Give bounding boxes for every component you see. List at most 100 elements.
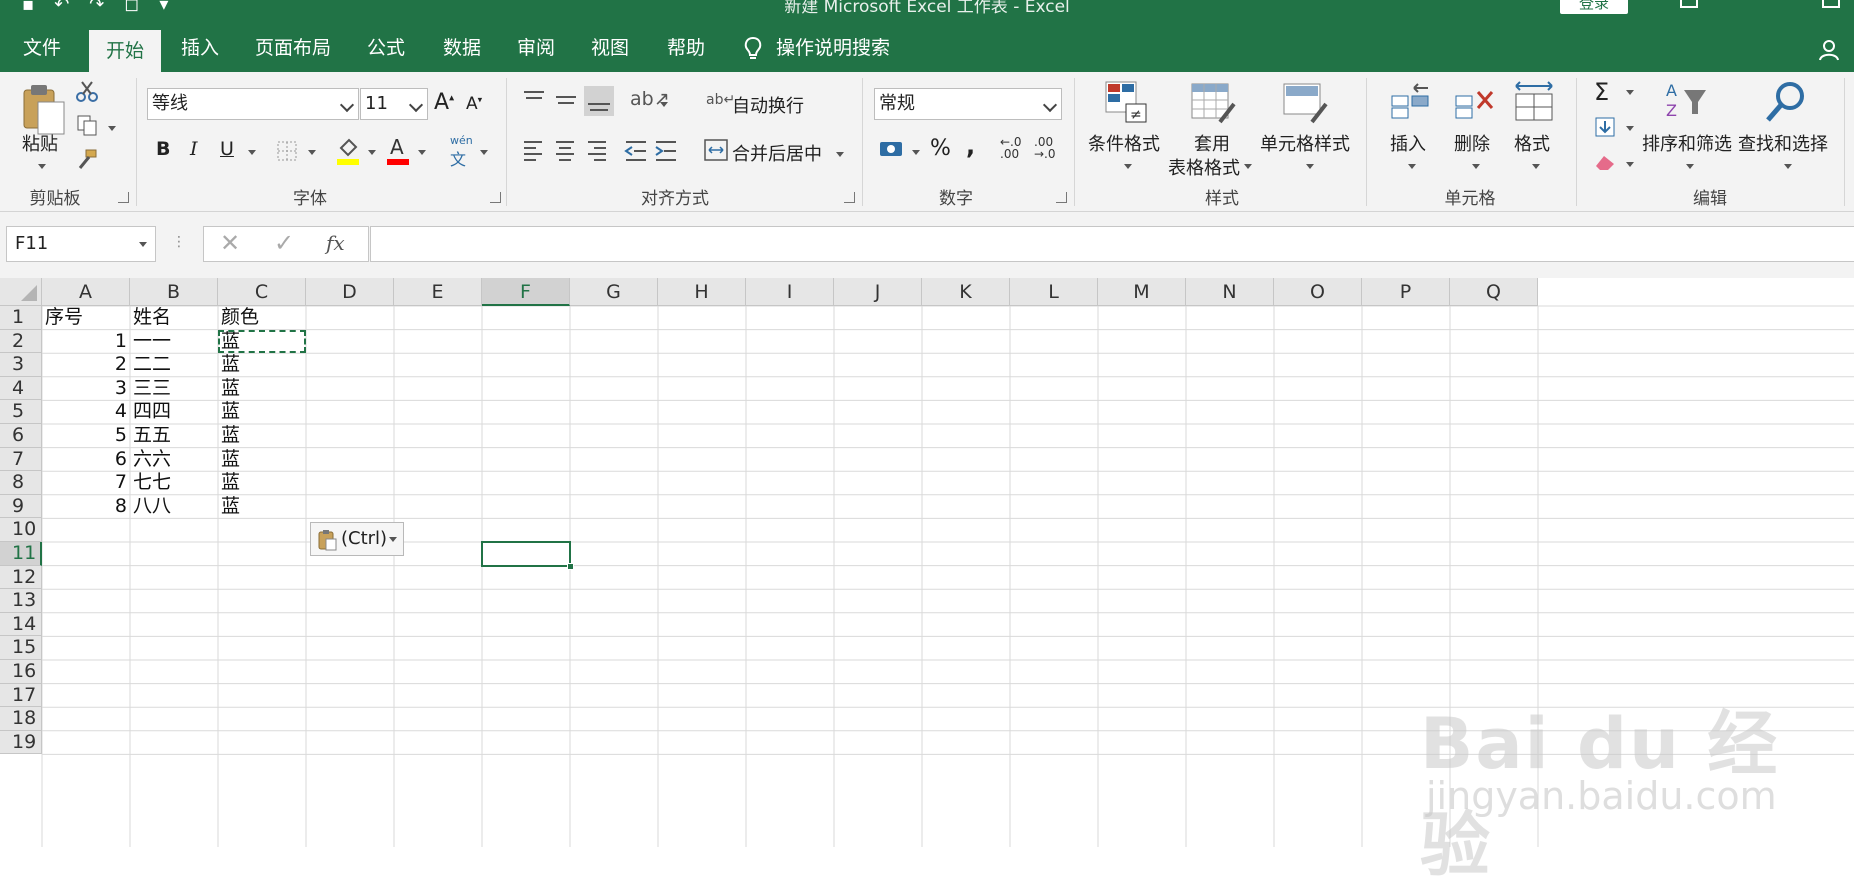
column-header-Q[interactable]: Q xyxy=(1450,278,1538,306)
align-right-icon[interactable] xyxy=(588,141,606,161)
cell-C6[interactable]: 蓝 xyxy=(218,424,306,448)
resize-grip-icon[interactable]: ⋮ xyxy=(172,234,186,250)
cell-C9[interactable]: 蓝 xyxy=(218,495,306,519)
tab-data[interactable]: 数据 xyxy=(432,24,492,72)
cell-B3[interactable]: 二二 xyxy=(130,353,218,377)
autosum-dropdown-icon[interactable] xyxy=(1626,90,1634,95)
row-header-4[interactable]: 4 xyxy=(0,376,42,401)
orientation-dropdown-icon[interactable] xyxy=(660,102,668,107)
column-header-M[interactable]: M xyxy=(1098,278,1186,306)
format-painter-icon[interactable] xyxy=(76,148,98,170)
row-header-12[interactable]: 12 xyxy=(0,565,42,590)
cell-styles-dropdown-icon[interactable] xyxy=(1306,164,1314,169)
column-header-D[interactable]: D xyxy=(306,278,394,306)
clear-icon[interactable] xyxy=(1594,152,1616,172)
cell-C7[interactable]: 蓝 xyxy=(218,448,306,472)
user-icon[interactable] xyxy=(1818,38,1842,62)
delete-cells-icon[interactable] xyxy=(1452,82,1496,126)
column-header-O[interactable]: O xyxy=(1274,278,1362,306)
row-header-7[interactable]: 7 xyxy=(0,447,42,472)
increase-decimal-icon[interactable]: ←.0.00 xyxy=(1000,136,1022,160)
paste-options-button[interactable]: (Ctrl) xyxy=(310,522,404,557)
cell-B4[interactable]: 三三 xyxy=(130,377,218,401)
cell-B2[interactable]: 一一 xyxy=(130,330,218,354)
align-center-icon[interactable] xyxy=(556,141,574,161)
cell-A5[interactable]: 4 xyxy=(42,400,130,424)
column-header-J[interactable]: J xyxy=(834,278,922,306)
cell-C8[interactable]: 蓝 xyxy=(218,471,306,495)
align-middle-icon[interactable] xyxy=(556,96,576,104)
tab-file[interactable]: 文件 xyxy=(12,24,72,72)
delete-dropdown-icon[interactable] xyxy=(1472,164,1480,169)
sort-filter-icon[interactable]: A Z xyxy=(1662,78,1710,126)
sort-filter-dropdown-icon[interactable] xyxy=(1686,164,1694,169)
find-select-dropdown-icon[interactable] xyxy=(1784,164,1792,169)
column-header-L[interactable]: L xyxy=(1010,278,1098,306)
row-header-9[interactable]: 9 xyxy=(0,494,42,519)
font-name-combo[interactable]: 等线 xyxy=(147,88,359,120)
alignment-launcher-icon[interactable] xyxy=(844,192,855,203)
row-header-14[interactable]: 14 xyxy=(0,612,42,637)
percent-style-button[interactable]: % xyxy=(930,136,951,161)
fill-color-dropdown-icon[interactable] xyxy=(368,150,376,155)
conditional-formatting-icon[interactable]: ≠ xyxy=(1104,80,1148,124)
tab-help[interactable]: 帮助 xyxy=(656,24,716,72)
borders-icon[interactable] xyxy=(276,140,298,162)
select-all-button[interactable] xyxy=(0,278,42,306)
fill-dropdown-icon[interactable] xyxy=(1626,126,1634,131)
tab-formulas[interactable]: 公式 xyxy=(356,24,416,72)
name-box[interactable]: F11 xyxy=(6,226,156,262)
row-header-3[interactable]: 3 xyxy=(0,353,42,377)
insert-cells-button[interactable]: 插入 xyxy=(1390,130,1426,156)
row-header-8[interactable]: 8 xyxy=(0,471,42,495)
autosum-icon[interactable]: Σ xyxy=(1594,78,1609,106)
cut-icon[interactable] xyxy=(76,80,98,102)
column-header-H[interactable]: H xyxy=(658,278,746,306)
insert-function-button[interactable]: fx xyxy=(326,231,345,255)
merge-center-icon[interactable] xyxy=(704,138,728,162)
row-header-2[interactable]: 2 xyxy=(0,329,42,354)
row-header-18[interactable]: 18 xyxy=(0,707,42,731)
row-header-5[interactable]: 5 xyxy=(0,400,42,424)
increase-font-icon[interactable]: A▴ xyxy=(434,90,454,115)
column-header-I[interactable]: I xyxy=(746,278,834,306)
row-header-1[interactable]: 1 xyxy=(0,306,42,330)
font-color-icon[interactable]: A xyxy=(386,134,410,166)
row-header-16[interactable]: 16 xyxy=(0,660,42,684)
phonetic-dropdown-icon[interactable] xyxy=(480,150,488,155)
row-header-17[interactable]: 17 xyxy=(0,683,42,708)
paste-dropdown-icon[interactable] xyxy=(38,164,46,169)
comma-style-button[interactable]: , xyxy=(966,132,975,160)
clipboard-launcher-icon[interactable] xyxy=(118,192,129,203)
underline-dropdown-icon[interactable] xyxy=(248,150,256,155)
paste-label[interactable]: 粘贴 xyxy=(22,130,58,156)
column-header-N[interactable]: N xyxy=(1186,278,1274,306)
login-button[interactable]: 登录 xyxy=(1560,0,1628,14)
tab-insert[interactable]: 插入 xyxy=(170,24,230,72)
cell-B5[interactable]: 四四 xyxy=(130,400,218,424)
tab-review[interactable]: 审阅 xyxy=(506,24,566,72)
find-select-icon[interactable] xyxy=(1762,78,1810,126)
cell-A9[interactable]: 8 xyxy=(42,495,130,519)
cell-B8[interactable]: 七七 xyxy=(130,471,218,495)
wrap-text-button[interactable]: 自动换行 xyxy=(732,92,804,118)
accounting-dropdown-icon[interactable] xyxy=(912,150,920,155)
cell-C1[interactable]: 颜色 xyxy=(218,306,306,330)
copy-dropdown-icon[interactable] xyxy=(108,126,116,131)
format-dropdown-icon[interactable] xyxy=(1532,164,1540,169)
tab-page-layout[interactable]: 页面布局 xyxy=(246,24,340,72)
cell-A6[interactable]: 5 xyxy=(42,424,130,448)
find-select-button[interactable]: 查找和选择 xyxy=(1738,130,1828,156)
fill-color-icon[interactable] xyxy=(336,136,360,166)
format-cells-button[interactable]: 格式 xyxy=(1514,130,1550,156)
font-size-combo[interactable]: 11 xyxy=(360,88,428,120)
font-launcher-icon[interactable] xyxy=(490,192,501,203)
cell-C5[interactable]: 蓝 xyxy=(218,400,306,424)
merge-dropdown-icon[interactable] xyxy=(836,152,844,157)
row-header-6[interactable]: 6 xyxy=(0,424,42,448)
formula-input[interactable] xyxy=(370,226,1854,262)
delete-cells-button[interactable]: 删除 xyxy=(1454,130,1490,156)
cell-A8[interactable]: 7 xyxy=(42,471,130,495)
row-header-13[interactable]: 13 xyxy=(0,589,42,613)
format-cells-icon[interactable] xyxy=(1512,80,1556,124)
